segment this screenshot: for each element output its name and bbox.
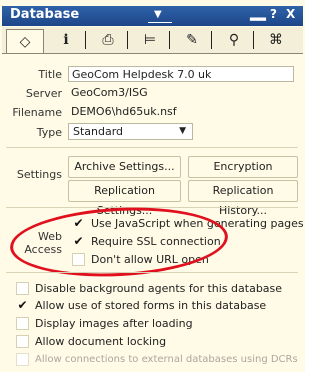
chevron-down-icon: ▼ xyxy=(179,126,186,136)
tab-printing[interactable]: ⎙ xyxy=(90,29,128,51)
advanced-icon: ⌘ xyxy=(269,32,283,48)
tab-info-details[interactable]: i xyxy=(48,29,86,51)
database-properties-dialog: Database ▼ ▂▂ ? X ◇ i ⎙ ⊨ ✎ ⚲ ⌘ Title Ge… xyxy=(0,0,305,372)
title-bar[interactable]: Database ▼ ▂▂ ? X xyxy=(2,6,303,26)
info-tab-icon: ◇ xyxy=(19,33,31,50)
tab-separator xyxy=(253,31,254,49)
tab-separator xyxy=(211,31,212,49)
title-dropdown-icon[interactable]: ▼ xyxy=(154,9,162,20)
type-select-value: Standard xyxy=(73,125,124,138)
title-dropdown-underline xyxy=(148,22,172,23)
disable-background-agents-checkbox[interactable]: Disable background agents for this datab… xyxy=(16,280,282,296)
tab-info[interactable]: ◇ xyxy=(6,29,44,53)
archive-settings-button[interactable]: Archive Settings... xyxy=(68,156,181,178)
server-label: Server xyxy=(25,87,62,100)
close-button[interactable]: X xyxy=(286,7,295,21)
title-label: Title xyxy=(38,68,62,81)
window-title: Database xyxy=(10,7,80,22)
checkbox-box xyxy=(16,281,29,295)
divider xyxy=(6,272,298,273)
search-icon: ⚲ xyxy=(228,32,240,48)
checkmark-icon: ✔ xyxy=(17,297,28,312)
replication-settings-button[interactable]: Replication Settings... xyxy=(68,180,181,217)
settings-label: Settings xyxy=(16,168,62,181)
tab-advanced[interactable]: ⌘ xyxy=(258,29,294,51)
disable-background-agents-label: Disable background agents for this datab… xyxy=(35,281,283,295)
encryption-settings-button[interactable]: Encryption Settings... xyxy=(188,156,298,193)
allow-document-locking-label: Allow document locking xyxy=(35,334,167,348)
design-icon: ⊨ xyxy=(143,32,157,48)
allow-dcr-connections-checkbox: Allow connections to external databases … xyxy=(16,351,298,367)
allow-stored-forms-checkbox[interactable]: ✔ Allow use of stored forms in this data… xyxy=(16,297,266,313)
type-label: Type xyxy=(36,126,62,139)
tab-design[interactable]: ⊨ xyxy=(132,29,170,51)
divider xyxy=(6,147,298,148)
tab-launch[interactable]: ✎ xyxy=(174,29,212,51)
printer-icon: ⎙ xyxy=(102,32,114,48)
tab-strip: ◇ i ⎙ ⊨ ✎ ⚲ ⌘ xyxy=(2,27,303,54)
type-select[interactable]: Standard ▼ xyxy=(68,123,193,140)
display-images-after-loading-checkbox[interactable]: Display images after loading xyxy=(16,315,193,331)
i-info-icon: i xyxy=(63,32,69,48)
allow-document-locking-checkbox[interactable]: Allow document locking xyxy=(16,333,166,349)
pen-icon: ✎ xyxy=(186,32,198,48)
help-button[interactable]: ? xyxy=(270,7,277,21)
allow-dcr-connections-label: Allow connections to external databases … xyxy=(35,353,298,365)
server-value: GeoCom3/ISG xyxy=(71,86,148,99)
display-images-after-loading-label: Display images after loading xyxy=(35,316,193,330)
red-annotation-ellipse xyxy=(8,202,230,282)
filename-label: Filename xyxy=(12,106,62,119)
checkbox-box xyxy=(16,316,29,330)
tab-separator xyxy=(127,31,128,49)
checkbox-box xyxy=(16,334,29,348)
tab-separator xyxy=(169,31,170,49)
filename-value: DEMO6\hd65uk.nsf xyxy=(71,105,177,118)
tab-full-text[interactable]: ⚲ xyxy=(216,29,254,51)
checkbox-box xyxy=(16,352,29,366)
tab-separator xyxy=(85,31,86,49)
minimize-button[interactable]: ▂▂ xyxy=(250,8,266,21)
allow-stored-forms-label: Allow use of stored forms in this databa… xyxy=(35,298,267,312)
replication-history-button[interactable]: Replication History... xyxy=(188,180,298,217)
title-input[interactable]: GeoCom Helpdesk 7.0 uk xyxy=(68,66,294,82)
